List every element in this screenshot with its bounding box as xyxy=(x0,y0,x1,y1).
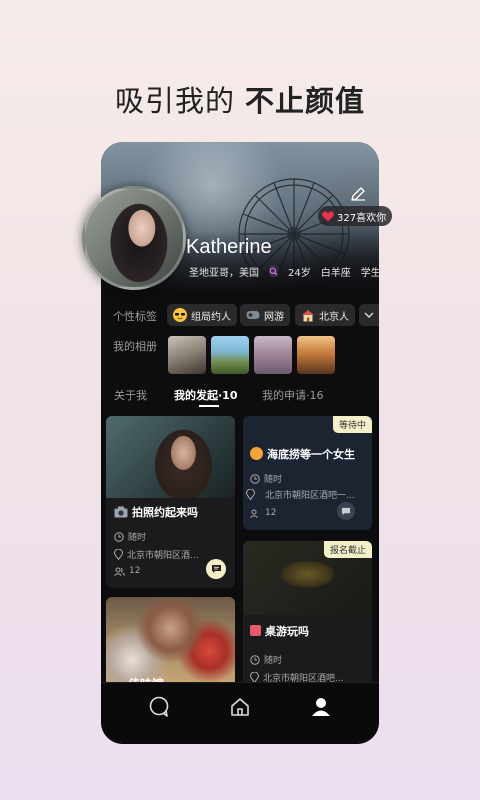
album-photo[interactable] xyxy=(254,336,292,374)
location-pin-icon xyxy=(246,489,255,500)
card-title: 海底捞等一个女生 xyxy=(267,448,355,461)
people-icon xyxy=(250,509,258,518)
chat-bubble-icon xyxy=(211,565,221,573)
tab-my-applications[interactable]: 我的申请·16 xyxy=(262,387,324,403)
status-badge: 报名截止 xyxy=(323,541,372,558)
tag-chip-beijing[interactable]: 北京人 xyxy=(295,304,355,326)
activity-card[interactable]: 拍照约起来吗 随时 北京市朝阳区酒... 12 xyxy=(106,416,235,588)
tab-about-me[interactable]: 关于我 xyxy=(114,387,147,403)
card-time: 随时 xyxy=(250,653,282,666)
tags-expand-button[interactable] xyxy=(359,304,379,326)
tag-chip-label: 组局约人 xyxy=(191,311,231,323)
edit-pencil-icon[interactable] xyxy=(349,185,367,203)
card-place: 北京市朝阳区酒... xyxy=(114,548,199,561)
profile-age: 24岁 xyxy=(288,267,311,279)
dice-emoji-icon xyxy=(250,625,261,636)
headline-part1: 吸引我的 xyxy=(114,84,235,118)
gamepad-icon xyxy=(246,311,260,319)
gear-icon[interactable] xyxy=(101,142,379,182)
album-label: 我的相册 xyxy=(113,340,157,353)
chevron-down-icon xyxy=(364,312,374,318)
card-place: 北京市朝阳区酒吧一... xyxy=(246,488,355,501)
headline-part2: 不止颜值 xyxy=(245,84,366,118)
clock-icon xyxy=(250,473,260,484)
card-title: 桌游玩吗 xyxy=(265,625,309,638)
card-participants: 12 xyxy=(114,566,140,576)
card-time: 随时 xyxy=(250,472,282,485)
activity-card[interactable]: 报名截止 桌游玩吗 随时 北京市朝阳区酒吧... xyxy=(243,541,372,687)
activity-card[interactable]: 等待中 海底捞等一个女生 随时 北京市朝阳区酒吧一... 12 xyxy=(243,416,372,530)
house-icon xyxy=(302,309,314,321)
album-photo[interactable] xyxy=(211,336,249,374)
profile-location: 圣地亚哥，美国 xyxy=(189,267,259,279)
chat-tab-icon[interactable] xyxy=(148,696,170,718)
avatar[interactable] xyxy=(82,186,186,290)
tab-my-initiated[interactable]: 我的发起·10 xyxy=(174,387,238,403)
home-tab-icon[interactable] xyxy=(229,696,251,718)
profile-name: Katherine xyxy=(186,236,272,258)
promo-headline: 吸引我的 不止颜值 xyxy=(0,78,480,120)
activity-card[interactable]: 佳味馆 xyxy=(106,597,235,687)
tag-chip-label: 北京人 xyxy=(319,311,349,323)
tag-chip-game[interactable]: 网游 xyxy=(240,304,290,326)
bottom-tab-bar xyxy=(101,682,379,744)
sunglasses-emoji-icon xyxy=(173,308,187,322)
heart-icon xyxy=(322,211,334,221)
likes-badge[interactable]: 327喜欢你 xyxy=(318,206,393,226)
card-time: 随时 xyxy=(114,530,146,543)
chat-button[interactable] xyxy=(337,502,355,520)
album-photo[interactable] xyxy=(297,336,335,374)
location-pin-icon xyxy=(114,549,123,560)
active-tab-indicator xyxy=(199,405,219,407)
profile-occupation: 学生 xyxy=(360,267,379,279)
chat-button[interactable] xyxy=(206,559,226,579)
tag-chip-label: 网游 xyxy=(264,311,284,323)
status-badge: 等待中 xyxy=(332,416,372,433)
profile-tab-icon[interactable] xyxy=(310,696,332,718)
chat-bubble-icon xyxy=(341,507,351,515)
clock-icon xyxy=(114,531,124,542)
card-photo xyxy=(106,416,235,498)
tag-chip-party[interactable]: 组局约人 xyxy=(167,304,237,326)
likes-count: 327喜欢你 xyxy=(337,212,387,224)
profile-zodiac: 白羊座 xyxy=(320,267,351,279)
clock-icon xyxy=(250,654,260,665)
card-title: 拍照约起来吗 xyxy=(132,506,198,519)
card-participants: 12 xyxy=(250,508,276,518)
hotpot-emoji-icon xyxy=(250,447,263,460)
tags-label: 个性标签 xyxy=(113,310,157,323)
people-icon xyxy=(114,567,125,576)
camera-icon xyxy=(114,506,128,518)
card-photo xyxy=(106,597,235,687)
album-photo[interactable] xyxy=(168,336,206,374)
profile-info-line: 圣地亚哥，美国 24岁 白羊座 学生 xyxy=(186,263,379,279)
search-icon xyxy=(269,265,278,277)
